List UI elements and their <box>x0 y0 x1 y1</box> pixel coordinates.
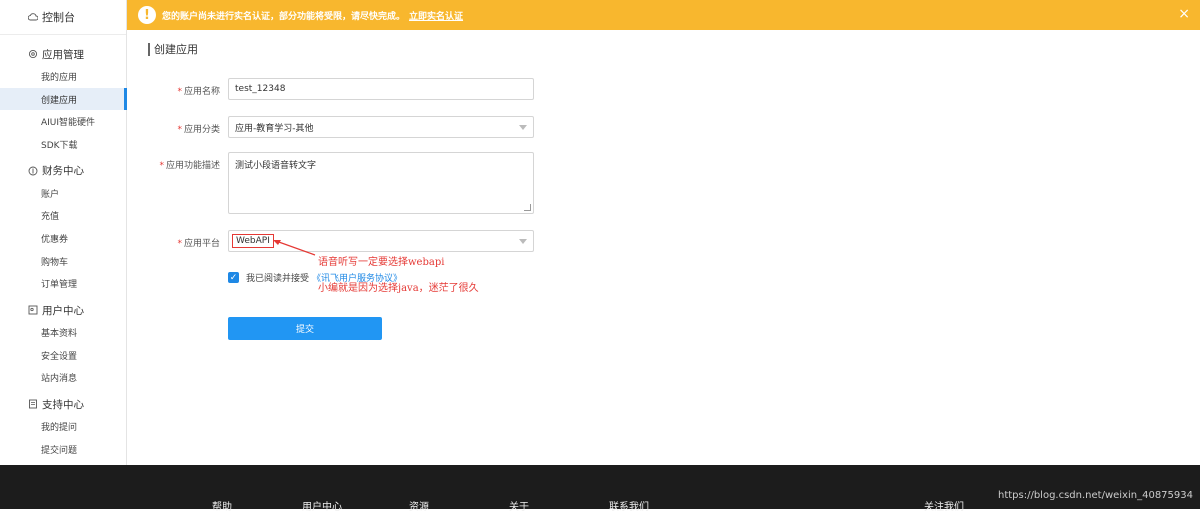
sidebar-console-label: 控制台 <box>42 11 75 24</box>
gear-icon <box>28 49 38 59</box>
sidebar-group-app: 应用管理 我的应用 创建应用 AIUI智能硬件 SDK下载 <box>0 43 127 156</box>
chevron-down-icon <box>519 239 527 244</box>
sidebar-item-submit-question[interactable]: 提交问题 <box>0 438 126 461</box>
sidebar-group-user: 用户中心 基本资料 安全设置 站内消息 <box>0 299 126 389</box>
description-label: * 应用功能描述 <box>159 161 220 171</box>
sidebar-group-title-support[interactable]: 支持中心 <box>0 393 126 415</box>
sidebar-item-profile[interactable]: 基本资料 <box>0 321 126 344</box>
cloud-icon <box>28 13 38 21</box>
sidebar-item-orders[interactable]: 订单管理 <box>0 273 126 296</box>
sidebar: 控制台 应用管理 我的应用 创建应用 AIUI智能硬件 SDK下载 财务中心 账… <box>0 0 127 465</box>
sidebar-item-cart[interactable]: 购物车 <box>0 250 126 273</box>
category-select[interactable]: 应用-教育学习-其他 <box>228 116 534 138</box>
watermark-text: https://blog.csdn.net/weixin_40875934 <box>997 490 1193 501</box>
chevron-down-icon <box>519 125 527 130</box>
footer-link-user-center[interactable]: 用户中心 <box>302 498 342 513</box>
service-agreement-link[interactable]: 《讯飞用户服务协议》 <box>312 271 402 284</box>
footer: 帮助 用户中心 资源 关于 联系我们 关注我们 <box>0 465 1200 513</box>
sidebar-item-messages[interactable]: 站内消息 <box>0 367 126 390</box>
group-title-label: 应用管理 <box>42 48 84 61</box>
description-textarea[interactable]: 测试小段语音转文字 <box>228 152 534 214</box>
app-name-label: * 应用名称 <box>177 87 220 97</box>
page-title: 创建应用 <box>148 43 198 56</box>
sidebar-item-my-apps[interactable]: 我的应用 <box>0 65 126 88</box>
sidebar-group-support: 支持中心 我的提问 提交问题 <box>0 393 126 460</box>
footer-link-help[interactable]: 帮助 <box>212 498 232 513</box>
agreement-checkbox[interactable]: ✓ <box>228 272 239 283</box>
footer-link-contact[interactable]: 联系我们 <box>609 498 649 513</box>
sidebar-item-recharge[interactable]: 充值 <box>0 204 126 227</box>
sidebar-item-coupons[interactable]: 优惠券 <box>0 227 126 250</box>
sidebar-group-finance: 财务中心 账户 充值 优惠券 购物车 订单管理 <box>0 160 126 295</box>
verification-banner: ! 您的账户尚未进行实名认证，部分功能将受限，请尽快完成。 立即实名认证 × <box>127 0 1200 30</box>
footer-link-about[interactable]: 关于 <box>509 498 529 513</box>
document-icon <box>29 399 37 409</box>
warning-icon: ! <box>138 6 156 24</box>
sidebar-item-aiui-hardware[interactable]: AIUI智能硬件 <box>0 110 126 133</box>
group-title-label: 用户中心 <box>42 304 84 317</box>
footer-link-follow[interactable]: 关注我们 <box>924 498 964 513</box>
user-card-icon <box>28 305 38 315</box>
agreement-text: 我已阅读并接受 <box>246 274 310 284</box>
sidebar-item-account[interactable]: 账户 <box>0 182 126 205</box>
coin-icon <box>28 166 38 176</box>
sidebar-item-sdk-download[interactable]: SDK下载 <box>0 133 126 156</box>
annotation-arrow-icon <box>273 240 316 256</box>
group-title-label: 财务中心 <box>42 165 84 178</box>
platform-label: * 应用平台 <box>177 239 220 249</box>
sidebar-console[interactable]: 控制台 <box>0 0 126 35</box>
sidebar-item-my-questions[interactable]: 我的提问 <box>0 415 126 438</box>
resize-handle-icon[interactable] <box>524 204 531 211</box>
category-label: * 应用分类 <box>177 125 220 135</box>
close-icon[interactable]: × <box>1178 6 1190 22</box>
footer-link-resources[interactable]: 资源 <box>409 498 429 513</box>
sidebar-group-title-app[interactable]: 应用管理 <box>0 43 126 65</box>
verify-link[interactable]: 立即实名认证 <box>409 9 463 22</box>
platform-value: WebAPI <box>232 234 274 248</box>
sidebar-group-title-finance[interactable]: 财务中心 <box>0 160 126 182</box>
banner-text: 您的账户尚未进行实名认证，部分功能将受限，请尽快完成。 <box>162 11 406 22</box>
agreement-row: ✓ 我已阅读并接受 《讯飞用户服务协议》 <box>228 271 402 284</box>
app-name-input[interactable]: test_12348 <box>228 78 534 100</box>
annotation-line-1: 语音听写一定要选择webapi <box>318 257 445 268</box>
sidebar-group-title-user[interactable]: 用户中心 <box>0 299 126 321</box>
submit-button[interactable]: 提交 <box>228 317 382 340</box>
sidebar-item-create-app[interactable]: 创建应用 <box>0 87 127 111</box>
sidebar-item-security[interactable]: 安全设置 <box>0 344 126 367</box>
group-title-label: 支持中心 <box>42 398 84 411</box>
